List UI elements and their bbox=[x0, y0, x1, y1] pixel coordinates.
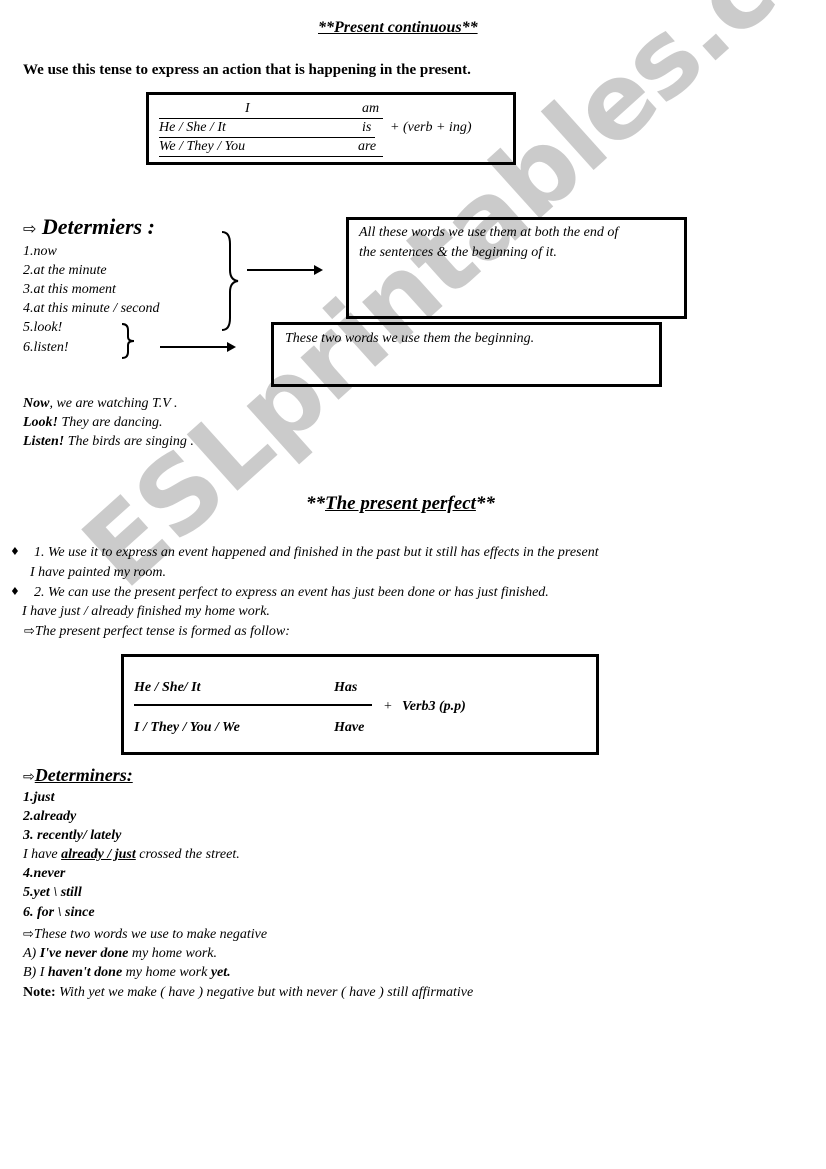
table-subject: I bbox=[245, 101, 250, 116]
example-keyword: Look! bbox=[23, 415, 58, 430]
determiners-heading: ⇨Determiners: bbox=[23, 765, 133, 786]
table-subject: We / They / You bbox=[159, 139, 246, 154]
table-verb: are bbox=[358, 139, 377, 154]
example-rest: They are dancing. bbox=[58, 415, 163, 430]
table-verb: am bbox=[362, 101, 380, 116]
table-row-line bbox=[159, 156, 383, 157]
example-keyword: already / just bbox=[61, 847, 136, 862]
table-verb: is bbox=[362, 120, 372, 135]
brace-icon bbox=[221, 231, 239, 331]
title-suffix: ** bbox=[475, 493, 495, 514]
arrow-right-icon: ⇨ bbox=[23, 769, 35, 785]
table-verb: Have bbox=[334, 720, 365, 735]
diamond-bullet-icon: ♦ bbox=[10, 585, 20, 598]
formed-as-text: The present perfect tense is formed as f… bbox=[34, 624, 290, 639]
determiner-item: 6. for \ since bbox=[23, 905, 95, 920]
table-subject: He / She/ It bbox=[134, 680, 201, 695]
diamond-bullet-icon: ♦ bbox=[10, 545, 20, 558]
determiers-heading-label: Determiers : bbox=[41, 214, 155, 239]
example-keyword: Now bbox=[23, 396, 50, 411]
note-box-text: All these words we use them at both the … bbox=[359, 225, 619, 240]
bullet-example: I have just / already finished my home w… bbox=[22, 604, 270, 619]
determiner-item: 4.at this minute / second bbox=[23, 301, 160, 316]
example-rest: my home work. bbox=[128, 946, 218, 961]
note-box-text: the sentences & the beginning of it. bbox=[359, 245, 557, 260]
example-keyword: Listen! bbox=[23, 434, 65, 449]
arrow-right-icon bbox=[160, 342, 236, 352]
determiners-heading-label: Determiners: bbox=[34, 765, 133, 785]
determiner-item: 1.now bbox=[23, 244, 57, 259]
arrow-right-icon bbox=[247, 265, 323, 275]
example-keyword: yet. bbox=[210, 965, 231, 980]
determiers-heading: ⇨ Determiers : bbox=[23, 214, 155, 240]
verb-ing-formula: + (verb + ing) bbox=[390, 120, 472, 135]
title-prefix: ** bbox=[306, 493, 325, 514]
determiner-item: 3. recently/ lately bbox=[23, 828, 122, 843]
title-main: The present perfect bbox=[325, 493, 476, 514]
negative-note-text: These two words we use to make negative bbox=[33, 927, 268, 942]
determiner-item: 5.yet \ still bbox=[23, 885, 82, 900]
example-sentence: Listen! The birds are singing . bbox=[23, 434, 194, 450]
determiner-item: 2.at the minute bbox=[23, 263, 107, 278]
formed-as-note: ⇨The present perfect tense is formed as … bbox=[24, 624, 290, 640]
table-subject: I / They / You / We bbox=[134, 720, 240, 735]
determiner-item: 3.at this moment bbox=[23, 282, 116, 297]
example-prefix: B) I bbox=[23, 965, 48, 980]
example-keyword: haven't done bbox=[47, 965, 123, 980]
determiner-item: 5.look! bbox=[23, 320, 63, 335]
table-verb: Has bbox=[334, 680, 358, 695]
note-label: Note: bbox=[23, 985, 56, 1000]
table-row-line bbox=[159, 137, 375, 138]
determiner-item: 6.listen! bbox=[23, 340, 69, 355]
example-sentence: I have already / just crossed the street… bbox=[23, 847, 240, 863]
example-keyword: I've never done bbox=[39, 946, 129, 961]
negative-note: ⇨These two words we use to make negative bbox=[23, 927, 267, 943]
determiner-item: 2.already bbox=[23, 809, 77, 824]
example-pre: I have bbox=[23, 847, 62, 862]
bullet-example: I have painted my room. bbox=[30, 565, 166, 580]
section-title-present-continuous: **Present continuous** bbox=[318, 19, 478, 36]
brace-icon bbox=[121, 323, 135, 359]
example-rest: my home work bbox=[122, 965, 211, 980]
arrow-right-icon: ⇨ bbox=[23, 219, 37, 238]
bullet-text: 1. We use it to express an event happene… bbox=[34, 545, 599, 560]
note-line: Note: With yet we make ( have ) negative… bbox=[23, 985, 473, 1001]
verb3-formula: Verb3 (p.p) bbox=[402, 699, 466, 714]
determiner-item: 4.never bbox=[23, 866, 66, 881]
example-sentence: Look! They are dancing. bbox=[23, 415, 162, 431]
example-sentence: A) I've never done my home work. bbox=[23, 946, 217, 962]
determiner-item: 1.just bbox=[23, 790, 55, 805]
example-rest: The birds are singing . bbox=[64, 434, 194, 449]
plus-sign: + bbox=[384, 699, 392, 714]
example-post: crossed the street. bbox=[135, 847, 240, 862]
table-row-line bbox=[159, 118, 383, 119]
arrow-right-icon: ⇨ bbox=[24, 624, 35, 639]
table-subject: He / She / It bbox=[159, 120, 226, 135]
bullet-text: 2. We can use the present perfect to exp… bbox=[34, 585, 549, 600]
arrow-right-icon: ⇨ bbox=[23, 927, 34, 942]
example-rest: , we are watching T.V . bbox=[49, 396, 178, 411]
example-prefix: A) bbox=[23, 946, 40, 961]
section-title-present-perfect: **The present perfect** bbox=[306, 493, 495, 515]
table-divider bbox=[134, 704, 372, 706]
note-text: With yet we make ( have ) negative but w… bbox=[55, 985, 474, 1000]
example-sentence: Now, we are watching T.V . bbox=[23, 396, 178, 412]
example-sentence: B) I haven't done my home work yet. bbox=[23, 965, 231, 981]
note-box-text: These two words we use them the beginnin… bbox=[285, 331, 535, 346]
intro-text: We use this tense to express an action t… bbox=[23, 62, 471, 78]
